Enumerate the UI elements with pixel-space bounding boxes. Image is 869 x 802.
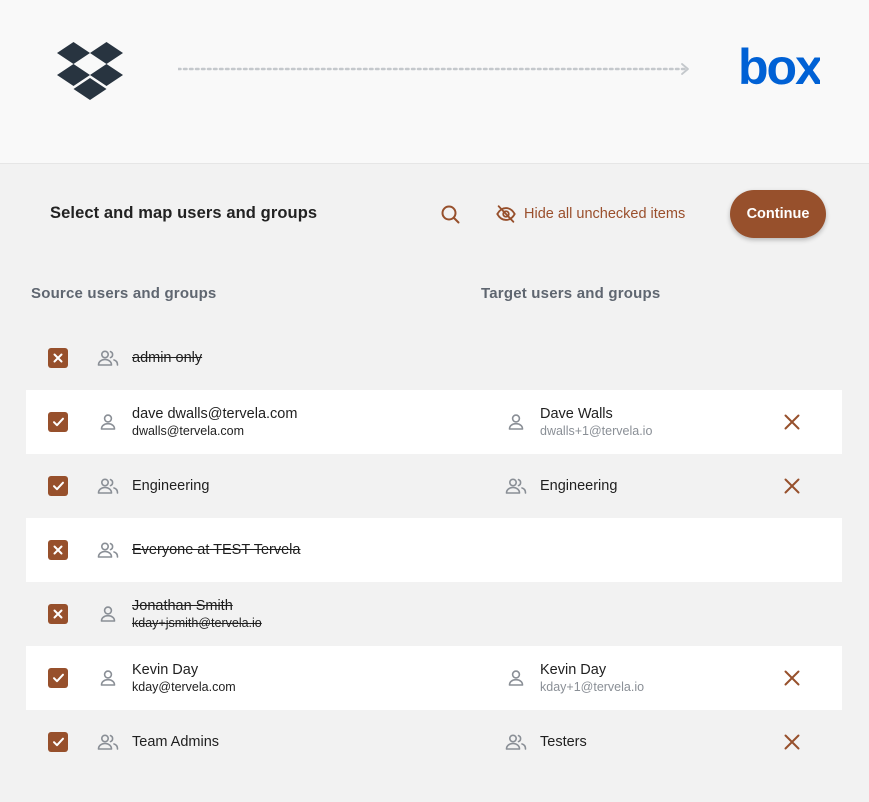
source-item: Kevin Day kday@tervela.com bbox=[132, 646, 236, 710]
migration-header: box bbox=[0, 0, 869, 164]
target-item[interactable]: Testers bbox=[540, 710, 587, 774]
continue-button[interactable]: Continue bbox=[730, 190, 826, 238]
mapping-list: admin only dave dwalls@tervela.com dwall… bbox=[26, 326, 842, 774]
row-checkbox[interactable] bbox=[48, 476, 68, 496]
mapping-row: dave dwalls@tervela.com dwalls@tervela.c… bbox=[26, 390, 842, 454]
user-icon bbox=[508, 670, 524, 686]
row-checkbox[interactable] bbox=[48, 668, 68, 688]
migration-arrow bbox=[178, 63, 689, 75]
page-title: Select and map users and groups bbox=[50, 204, 318, 222]
x-mark-icon bbox=[53, 609, 63, 619]
source-email: kday+jsmith@tervela.io bbox=[132, 616, 262, 630]
source-name: Everyone at TEST Tervela bbox=[132, 542, 301, 558]
mapping-row: Everyone at TEST Tervela bbox=[26, 518, 842, 582]
search-icon bbox=[441, 205, 460, 224]
check-mark-icon bbox=[52, 417, 64, 427]
source-item: Engineering bbox=[132, 454, 209, 518]
mapping-row: Team Admins Testers bbox=[26, 710, 842, 774]
group-icon bbox=[97, 542, 119, 558]
x-mark-icon bbox=[53, 545, 63, 555]
search-button[interactable] bbox=[438, 202, 462, 226]
hide-unchecked-toggle[interactable]: Hide all unchecked items bbox=[495, 202, 685, 226]
remove-mapping-icon[interactable] bbox=[782, 668, 802, 688]
row-checkbox[interactable] bbox=[48, 604, 68, 624]
mapping-row: Kevin Day kday@tervela.com Kevin Day kda… bbox=[26, 646, 842, 710]
x-mark-icon bbox=[53, 353, 63, 363]
target-item[interactable]: Engineering bbox=[540, 454, 617, 518]
check-mark-icon bbox=[52, 673, 64, 683]
group-icon bbox=[97, 478, 119, 494]
source-name: Kevin Day bbox=[132, 662, 199, 678]
remove-mapping-icon[interactable] bbox=[782, 476, 802, 496]
source-column-heading: Source users and groups bbox=[31, 285, 217, 302]
target-name: Testers bbox=[540, 734, 587, 750]
target-item[interactable]: Dave Walls dwalls+1@tervela.io bbox=[540, 390, 652, 454]
target-email: kday+1@tervela.io bbox=[540, 680, 645, 694]
mapping-row: Jonathan Smith kday+jsmith@tervela.io bbox=[26, 582, 842, 646]
dropbox-logo bbox=[57, 42, 123, 100]
target-name: Engineering bbox=[540, 478, 618, 494]
target-name: Kevin Day bbox=[540, 662, 607, 678]
hide-unchecked-label: Hide all unchecked items bbox=[524, 206, 686, 222]
source-name: Engineering bbox=[132, 478, 210, 494]
check-mark-icon bbox=[52, 737, 64, 747]
source-name: admin only bbox=[132, 350, 203, 366]
remove-mapping-icon[interactable] bbox=[782, 412, 802, 432]
row-checkbox[interactable] bbox=[48, 540, 68, 560]
source-item: Team Admins bbox=[132, 710, 219, 774]
group-icon bbox=[505, 478, 527, 494]
source-item: Everyone at TEST Tervela bbox=[132, 518, 300, 582]
user-icon bbox=[100, 670, 116, 686]
user-icon bbox=[100, 414, 116, 430]
group-icon bbox=[505, 734, 527, 750]
eye-off-icon bbox=[496, 205, 516, 223]
source-name: Jonathan Smith bbox=[132, 598, 233, 614]
row-checkbox[interactable] bbox=[48, 412, 68, 432]
box-logo: box bbox=[738, 44, 820, 90]
remove-mapping-icon[interactable] bbox=[782, 732, 802, 752]
group-icon bbox=[97, 734, 119, 750]
user-icon bbox=[508, 414, 524, 430]
user-icon bbox=[100, 606, 116, 622]
source-item: Jonathan Smith kday+jsmith@tervela.io bbox=[132, 582, 262, 646]
source-item: admin only bbox=[132, 326, 202, 390]
source-name: Team Admins bbox=[132, 734, 220, 750]
source-email: dwalls@tervela.com bbox=[132, 424, 245, 438]
source-item: dave dwalls@tervela.com dwalls@tervela.c… bbox=[132, 390, 297, 454]
group-icon bbox=[97, 350, 119, 366]
mapping-row: admin only bbox=[26, 326, 842, 390]
row-checkbox[interactable] bbox=[48, 732, 68, 752]
source-name: dave dwalls@tervela.com bbox=[132, 406, 298, 422]
box-logo-text: box bbox=[738, 44, 820, 90]
target-item[interactable]: Kevin Day kday+1@tervela.io bbox=[540, 646, 644, 710]
target-column-heading: Target users and groups bbox=[481, 285, 661, 302]
row-checkbox[interactable] bbox=[48, 348, 68, 368]
source-email: kday@tervela.com bbox=[132, 680, 236, 694]
target-email: dwalls+1@tervela.io bbox=[540, 424, 653, 438]
target-name: Dave Walls bbox=[540, 406, 613, 422]
mapping-row: Engineering Engineering bbox=[26, 454, 842, 518]
check-mark-icon bbox=[52, 481, 64, 491]
